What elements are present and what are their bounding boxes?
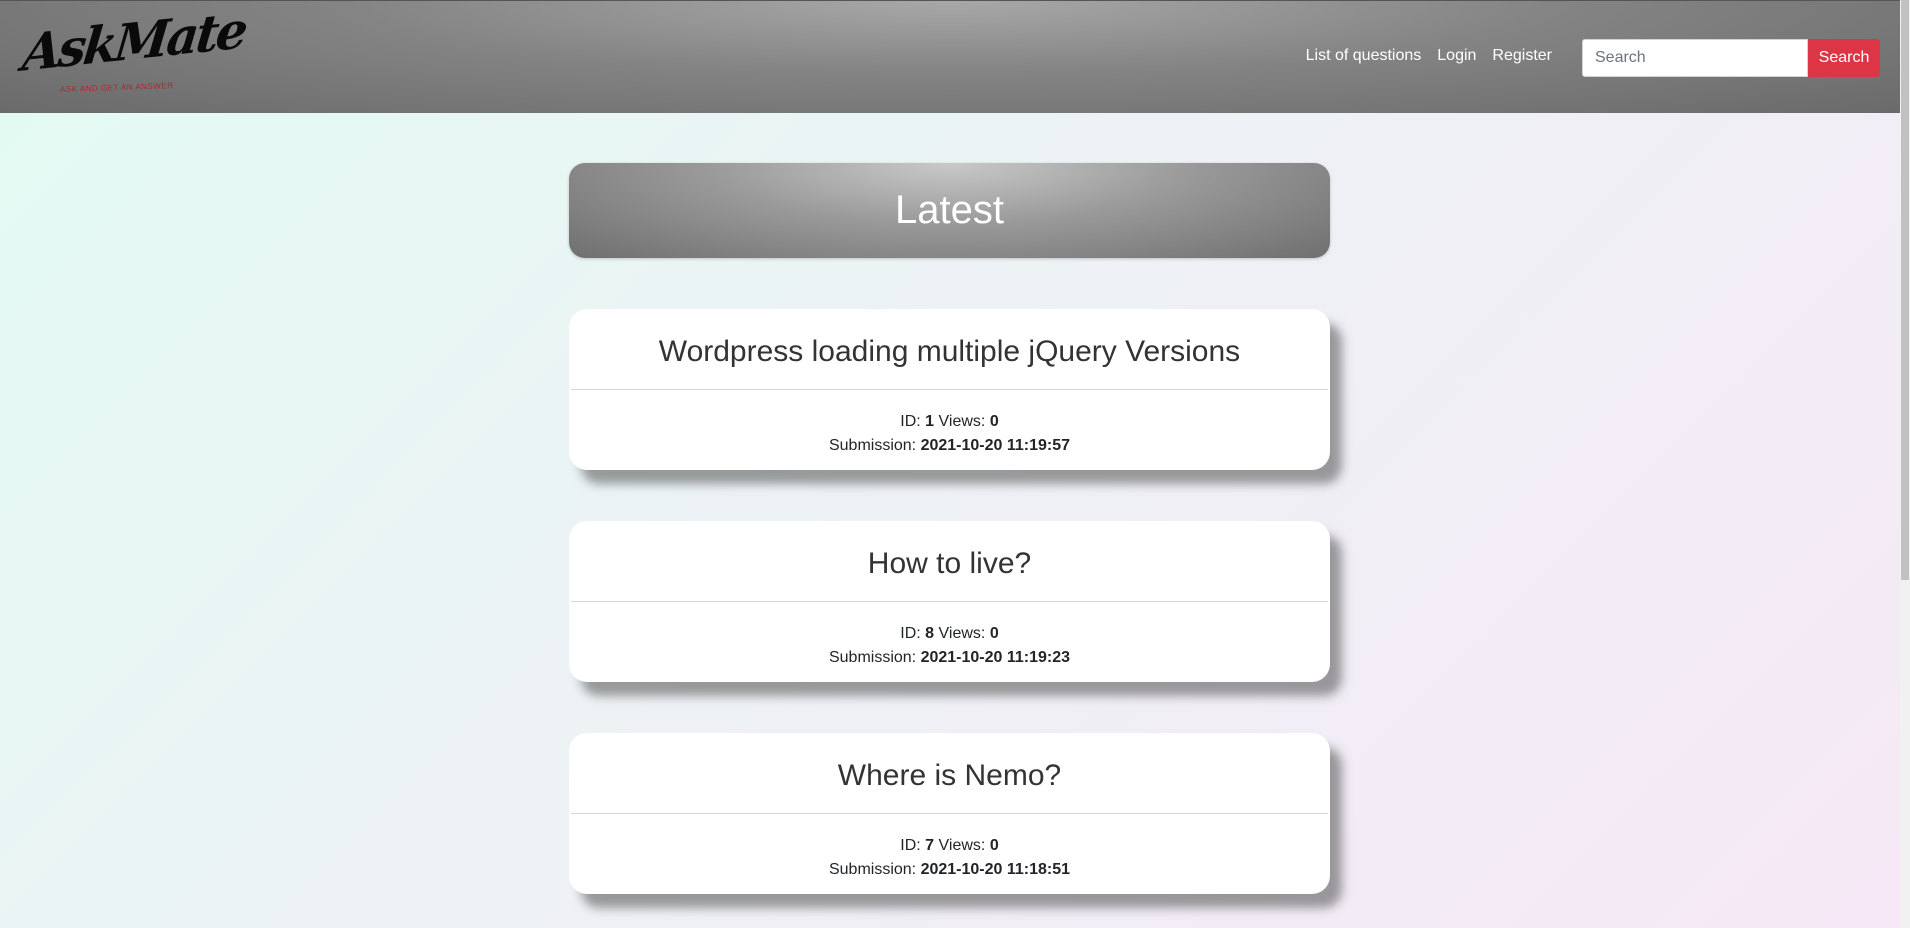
views-label: Views: (938, 625, 986, 642)
search-form: Search (1582, 39, 1880, 77)
latest-heading: Latest (569, 163, 1330, 258)
question-meta: ID: 8 Views: 0 Submission: 2021-10-20 11… (569, 602, 1330, 670)
logo-text: AskMate (19, 0, 249, 83)
question-views: 0 (989, 837, 999, 854)
views-label: Views: (938, 413, 986, 430)
question-submission: 2021-10-20 11:19:57 (920, 437, 1071, 454)
submission-label: Submission: (828, 649, 917, 666)
question-id: 8 (925, 625, 935, 642)
submission-label: Submission: (828, 437, 917, 454)
question-id: 7 (925, 837, 935, 854)
nav-login[interactable]: Login (1437, 47, 1476, 65)
question-id: 1 (925, 413, 935, 430)
askmate-logo[interactable]: AskMate ASK AND GET AN ANSWER (20, 0, 248, 99)
nav-list-of-questions[interactable]: List of questions (1306, 47, 1422, 65)
logo-tagline: ASK AND GET AN ANSWER (59, 81, 174, 94)
id-label: ID: (900, 625, 921, 642)
search-button[interactable]: Search (1808, 39, 1880, 77)
question-submission: 2021-10-20 11:19:23 (920, 649, 1071, 666)
question-title[interactable]: Where is Nemo? (571, 733, 1328, 814)
nav-links: List of questions Login Register (1306, 47, 1552, 65)
question-title[interactable]: Wordpress loading multiple jQuery Versio… (571, 309, 1328, 390)
views-label: Views: (938, 837, 986, 854)
question-card[interactable]: How to live? ID: 8 Views: 0 Submission: … (569, 521, 1330, 682)
submission-label: Submission: (828, 861, 917, 878)
question-views: 0 (989, 625, 999, 642)
question-meta: ID: 7 Views: 0 Submission: 2021-10-20 11… (569, 814, 1330, 882)
scroll-thumb[interactable] (1901, 0, 1909, 580)
top-navbar: AskMate ASK AND GET AN ANSWER List of qu… (0, 0, 1900, 113)
id-label: ID: (900, 837, 921, 854)
question-title[interactable]: How to live? (571, 521, 1328, 602)
page-scrollbar[interactable]: ▲ (1900, 0, 1910, 928)
question-card[interactable]: Where is Nemo? ID: 7 Views: 0 Submission… (569, 733, 1330, 894)
question-submission: 2021-10-20 11:18:51 (920, 861, 1071, 878)
search-input[interactable] (1582, 39, 1808, 77)
nav-register[interactable]: Register (1492, 47, 1552, 65)
id-label: ID: (900, 413, 921, 430)
question-card[interactable]: Wordpress loading multiple jQuery Versio… (569, 309, 1330, 470)
question-views: 0 (989, 413, 999, 430)
question-meta: ID: 1 Views: 0 Submission: 2021-10-20 11… (569, 390, 1330, 458)
